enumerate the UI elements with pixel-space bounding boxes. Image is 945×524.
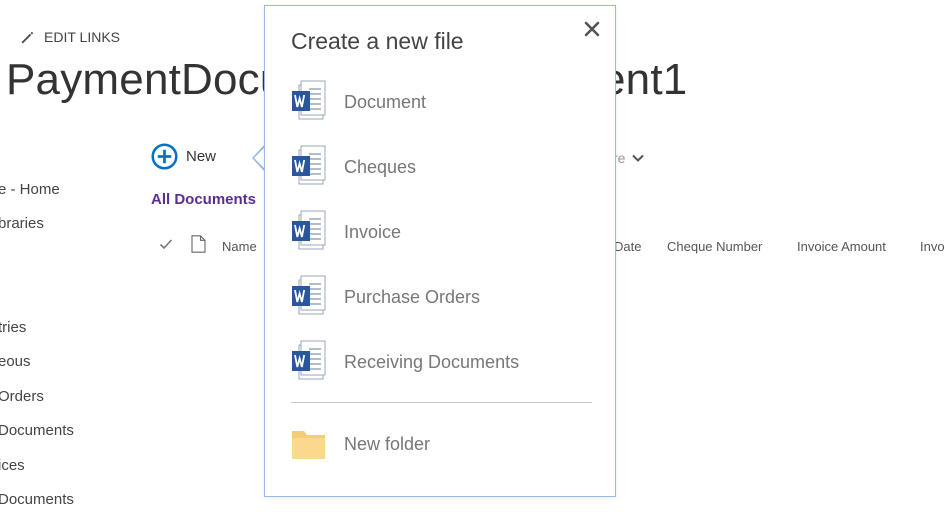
nav-item-miscellaneous[interactable]: eous [0,353,31,370]
new-invoice-label: Invoice [344,221,402,242]
view-all-documents[interactable]: All Documents [151,191,256,208]
chevron-down-icon [632,154,645,162]
nav-item-entries[interactable]: tries [0,319,26,336]
column-header-name[interactable]: Name [222,239,257,254]
new-receiving-documents-item[interactable]: Receiving Documents [291,338,519,386]
column-header-date[interactable]: Date [614,239,641,254]
folder-icon [292,431,325,459]
edit-links-button[interactable]: EDIT LINKS [20,29,120,45]
new-cheques-item[interactable]: Cheques [291,143,416,191]
new-folder-item[interactable]: New folder [291,420,430,468]
word-icon [292,340,326,380]
column-header-invoice-truncated[interactable]: Invo [920,239,945,254]
word-icon [292,145,326,185]
new-folder-label: New folder [344,433,431,454]
new-purchase-orders-item[interactable]: Purchase Orders [291,273,480,321]
new-document-item[interactable]: Document [291,78,426,126]
word-icon [292,275,326,315]
panel-divider [291,402,592,403]
panel-title: Create a new file [291,28,464,54]
nav-item-invoices[interactable]: ices [0,457,25,474]
new-button[interactable]: New [151,143,216,170]
pencil-icon [21,31,34,43]
close-icon[interactable] [583,20,601,38]
new-receiving-documents-label: Receiving Documents [344,351,520,372]
page-title-left: PaymentDocu [6,55,285,104]
nav-item-libraries[interactable]: braries [0,215,44,232]
file-type-icon [191,235,206,253]
share-button[interactable]: re [613,150,645,166]
select-all-checkmark-icon[interactable] [159,237,173,251]
nav-item-documents-2[interactable]: Documents [0,491,74,508]
new-invoice-item[interactable]: Invoice [291,208,401,256]
word-icon [292,210,326,250]
page-title: PaymentDocu ent1 [6,55,687,105]
column-header-invoice-amount[interactable]: Invoice Amount [797,239,886,254]
word-icon [292,80,326,120]
edit-links-label: EDIT LINKS [44,29,120,45]
create-new-file-panel: Create a new file Document Cheques Invoi… [264,5,616,497]
nav-item-orders[interactable]: Orders [0,388,44,405]
new-document-label: Document [344,91,427,112]
column-header-cheque-number[interactable]: Cheque Number [667,239,762,254]
nav-item-documents[interactable]: Documents [0,422,74,439]
new-button-label: New [186,148,217,165]
new-purchase-orders-label: Purchase Orders [344,286,481,307]
plus-circle-icon [151,143,178,170]
new-cheques-label: Cheques [344,156,417,177]
nav-item-home[interactable]: e - Home [0,181,60,198]
